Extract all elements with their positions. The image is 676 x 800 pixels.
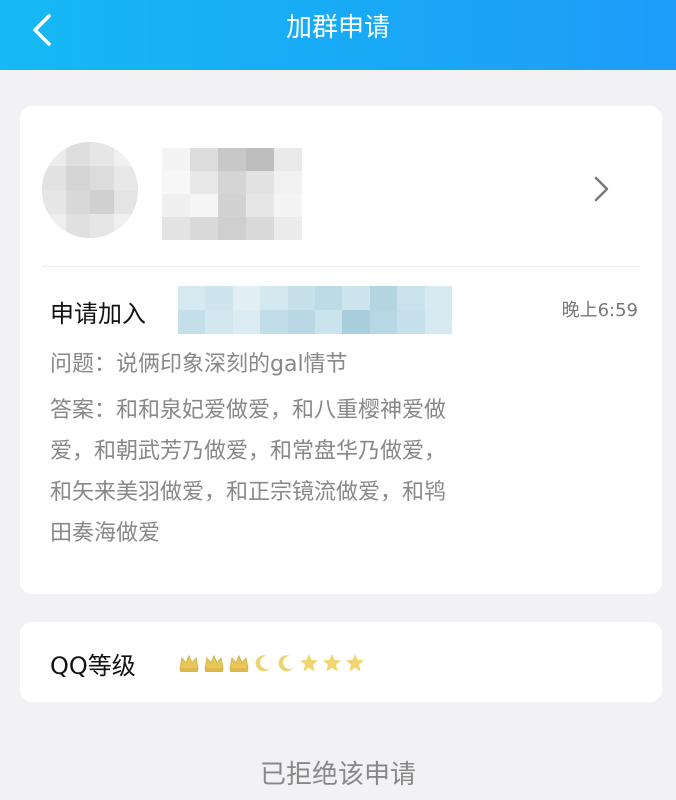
avatar-blur-mosaic: [42, 142, 138, 238]
request-card: 申请加入 晚上6:59 问题：说俩印象深刻的gal情节 答案：和和泉妃爱做爱，和…: [20, 106, 662, 594]
request-time: 晚上6:59: [561, 300, 638, 321]
group-name-blurred: [178, 286, 452, 334]
answer-line: 和矢来美羽做爱，和正宗镜流做爱，和鸨: [50, 480, 447, 505]
star-icon: [300, 654, 318, 672]
answer-line: 田奏海做爱: [50, 521, 161, 546]
moon-icon: [255, 655, 270, 672]
header-bar: 加群申请: [0, 0, 676, 70]
crown-icon: [229, 654, 249, 672]
answer-line: 答案：和和泉妃爱做爱，和八重樱神爱做: [50, 398, 447, 423]
star-icon: [346, 654, 364, 672]
qq-level-icons: [178, 652, 365, 674]
moon-icon: [278, 655, 293, 672]
crown-icon: [204, 654, 224, 672]
join-request-screen: 加群申请 申请加入 晚上6:59 问题：说俩印象深刻的gal情节 答案：和和泉妃…: [0, 0, 676, 800]
crown-icon: [179, 654, 199, 672]
divider: [42, 266, 640, 267]
request-status: 已拒绝该申请: [259, 760, 416, 790]
join-question: 问题：说俩印象深刻的gal情节: [50, 352, 348, 377]
qq-level-card: QQ等级: [20, 622, 662, 702]
page-title: 加群申请: [285, 13, 390, 43]
nickname-blurred: [162, 148, 302, 240]
qq-level-label: QQ等级: [50, 652, 136, 680]
chevron-right-icon: [594, 176, 609, 202]
apply-join-label: 申请加入: [50, 300, 146, 328]
star-icon: [323, 654, 341, 672]
answer-line: 爱，和朝武芳乃做爱，和常盘华乃做爱，: [50, 439, 447, 464]
avatar[interactable]: [42, 142, 138, 238]
join-answer: 答案：和和泉妃爱做爱，和八重樱神爱做 爱，和朝武芳乃做爱，和常盘华乃做爱， 和矢…: [50, 390, 550, 554]
applicant-profile-row[interactable]: [20, 106, 662, 264]
